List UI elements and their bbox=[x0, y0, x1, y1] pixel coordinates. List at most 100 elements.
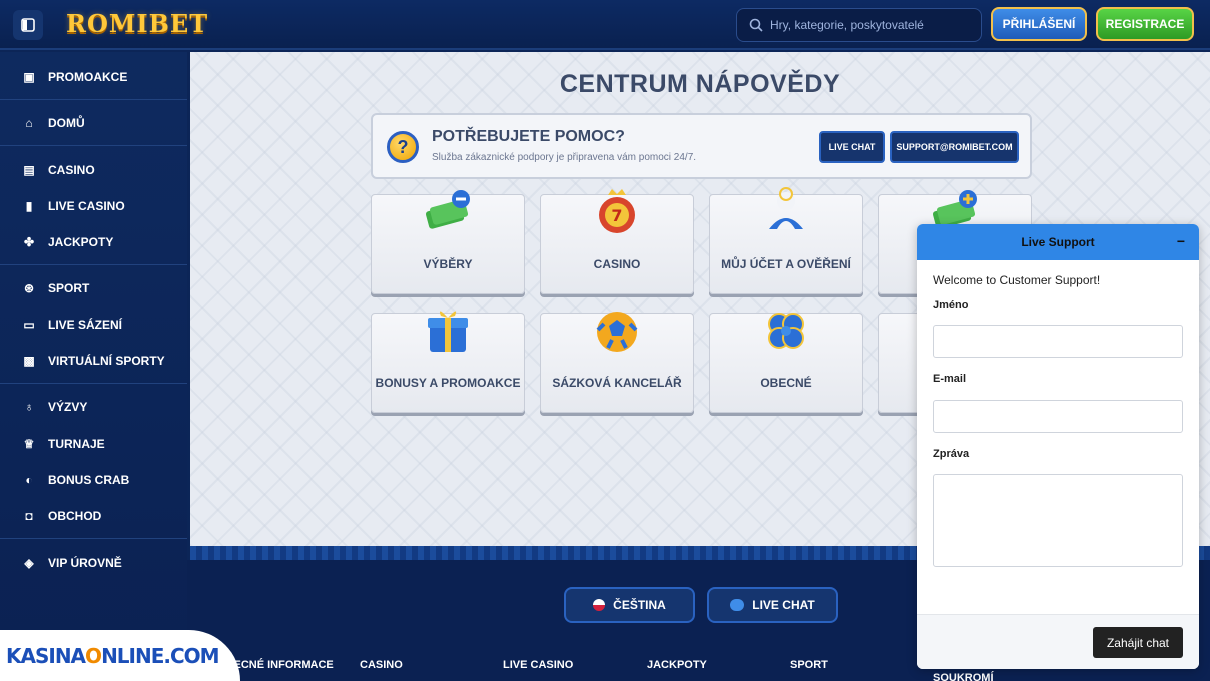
name-label: Jméno bbox=[933, 299, 969, 311]
sidebar-divider bbox=[0, 264, 187, 265]
sidebar-item-jackpoty[interactable]: ✤ JACKPOTY bbox=[0, 227, 187, 257]
sidebar-item-live-casino[interactable]: ▮ LIVE CASINO bbox=[0, 191, 187, 221]
clover-badge-icon bbox=[768, 313, 804, 349]
help-title: POTŘEBUJETE POMOC? bbox=[432, 128, 625, 145]
language-label: ČEŠTINA bbox=[613, 598, 666, 612]
sidebar-item-domu[interactable]: ⌂ DOMŮ bbox=[0, 108, 187, 138]
support-email-button[interactable]: SUPPORT@ROMIBET.COM bbox=[890, 131, 1019, 163]
live-chat-button[interactable]: LIVE CHAT bbox=[819, 131, 885, 163]
shop-icon: ◘ bbox=[25, 509, 33, 523]
help-card-vybery[interactable]: VÝBĚRY bbox=[371, 190, 525, 294]
sidebar-item-vyzvy[interactable]: ♁ VÝZVY bbox=[0, 392, 187, 422]
sidebar-item-promoakce[interactable]: ▣ PROMOAKCE bbox=[0, 62, 187, 92]
card-label: MŮJ ÚČET A OVĚŘENÍ bbox=[721, 257, 851, 271]
sidebar-item-label: VÝZVY bbox=[48, 400, 88, 414]
login-button[interactable]: PŘIHLÁŠENÍ bbox=[991, 7, 1087, 41]
sidebar-divider bbox=[0, 383, 187, 384]
start-chat-button[interactable]: Zahájit chat bbox=[1093, 627, 1183, 658]
ball-icon: ⊛ bbox=[23, 281, 35, 295]
watermark-text-a: KASINA bbox=[6, 644, 86, 668]
search-box[interactable] bbox=[736, 8, 982, 42]
sidebar-item-label: PROMOAKCE bbox=[48, 70, 128, 84]
language-button[interactable]: ČEŠTINA bbox=[564, 587, 695, 623]
account-icon bbox=[769, 187, 803, 229]
live-support-widget: Live Support − Welcome to Customer Suppo… bbox=[917, 224, 1199, 669]
trophy-icon: ♕ bbox=[23, 437, 35, 451]
chat-welcome-text: Welcome to Customer Support! bbox=[933, 273, 1101, 287]
sidebar-item-turnaje[interactable]: ♕ TURNAJE bbox=[0, 429, 187, 459]
help-card-casino[interactable]: 7 CASINO bbox=[540, 189, 694, 294]
sidebar-toggle-button[interactable] bbox=[13, 10, 43, 40]
sidebar-item-label: SPORT bbox=[48, 281, 90, 295]
footer-column-privacy[interactable]: SOUKROMÍ bbox=[933, 672, 994, 681]
sidebar-toggle-icon bbox=[21, 18, 35, 32]
sidebar-item-label: BONUS CRAB bbox=[48, 473, 130, 487]
card-label: BONUSY A PROMOAKCE bbox=[375, 376, 521, 390]
sidebar-item-bonus-crab[interactable]: ◐ BONUS CRAB bbox=[0, 465, 187, 495]
chat-header: Live Support − bbox=[917, 224, 1199, 260]
sidebar-item-label: CASINO bbox=[48, 163, 95, 177]
search-icon bbox=[749, 18, 763, 32]
sidebar-divider bbox=[0, 538, 187, 539]
sidebar-divider bbox=[0, 99, 187, 100]
help-banner: ? POTŘEBUJETE POMOC? Služba zákaznické p… bbox=[371, 113, 1032, 179]
live-chat-label: LIVE CHAT bbox=[752, 598, 815, 612]
footer-live-chat-button[interactable]: LIVE CHAT bbox=[707, 587, 838, 623]
diamond-icon: ◈ bbox=[24, 556, 34, 570]
slot-machine-icon: ▤ bbox=[23, 163, 35, 177]
clover-icon: ✤ bbox=[23, 235, 35, 249]
footer-column-jackpots[interactable]: JACKPOTY bbox=[647, 659, 707, 671]
watermark-text: KASINAONLINE.COM bbox=[6, 644, 220, 668]
slot-icon: 7 bbox=[599, 189, 635, 233]
sidebar-item-casino[interactable]: ▤ CASINO bbox=[0, 155, 187, 185]
svg-text:7: 7 bbox=[611, 206, 622, 225]
sidebar-item-virtualni-sporty[interactable]: ▩ VIRTUÁLNÍ SPORTY bbox=[0, 346, 187, 376]
question-icon: ? bbox=[387, 131, 419, 163]
sidebar-item-vip-urovne[interactable]: ◈ VIP ÚROVNĚ bbox=[0, 548, 187, 578]
sidebar-item-label: DOMŮ bbox=[48, 116, 85, 130]
chat-footer: Zahájit chat bbox=[917, 614, 1199, 669]
cards-icon: ▮ bbox=[25, 199, 33, 213]
footer-column-casino[interactable]: CASINO bbox=[360, 659, 403, 671]
romibet-logo[interactable]: ROMIBET bbox=[66, 9, 208, 38]
gift-box-icon bbox=[428, 311, 468, 352]
sidebar-item-sport[interactable]: ⊛ SPORT bbox=[0, 273, 187, 303]
logo-text: ROMIBET bbox=[66, 9, 209, 38]
sidebar-item-label: VIRTUÁLNÍ SPORTY bbox=[48, 354, 165, 368]
home-icon: ⌂ bbox=[25, 116, 33, 130]
watermark-text-o: O bbox=[85, 644, 102, 668]
card-label: OBECNÉ bbox=[760, 376, 812, 390]
help-card-account[interactable]: MŮJ ÚČET A OVĚŘENÍ bbox=[709, 187, 863, 294]
soccer-ball-icon bbox=[596, 312, 638, 352]
sidebar-item-label: LIVE SÁZENÍ bbox=[48, 318, 123, 332]
footer-column-sport[interactable]: SPORT bbox=[790, 659, 828, 671]
sidebar-item-label: OBCHOD bbox=[48, 509, 102, 523]
top-header: ROMIBET PŘIHLÁŠENÍ REGISTRACE bbox=[0, 0, 1210, 50]
name-field[interactable] bbox=[933, 325, 1183, 358]
sidebar-item-label: TURNAJE bbox=[48, 437, 105, 451]
sidebar-item-obchod[interactable]: ◘ OBCHOD bbox=[0, 501, 187, 531]
card-label: SÁZKOVÁ KANCELÁŘ bbox=[552, 376, 682, 390]
sidebar-item-live-sazeni[interactable]: ▭ LIVE SÁZENÍ bbox=[0, 310, 187, 340]
help-card-bonusy[interactable]: BONUSY A PROMOAKCE bbox=[371, 311, 525, 413]
message-field[interactable] bbox=[933, 474, 1183, 567]
register-button[interactable]: REGISTRACE bbox=[1096, 7, 1194, 41]
live-icon: ▭ bbox=[23, 318, 35, 332]
minimize-button[interactable]: − bbox=[1177, 233, 1185, 249]
help-card-obecne[interactable]: OBECNÉ bbox=[709, 313, 863, 413]
help-subtitle: Služba zákaznické podpory je připravena … bbox=[432, 152, 697, 163]
email-label: E-mail bbox=[933, 373, 967, 385]
card-label: CASINO bbox=[593, 257, 641, 271]
sidebar-item-label: VIP ÚROVNĚ bbox=[48, 556, 122, 570]
sidebar-item-label: LIVE CASINO bbox=[48, 199, 125, 213]
crab-icon: ◐ bbox=[25, 473, 33, 487]
virtual-icon: ▩ bbox=[23, 354, 35, 368]
chat-title: Live Support bbox=[1021, 235, 1095, 249]
search-input[interactable] bbox=[770, 18, 970, 32]
footer-column-live-casino[interactable]: LIVE CASINO bbox=[503, 659, 573, 671]
watermark-text-b: NLINE.COM bbox=[101, 644, 220, 668]
czech-flag-icon bbox=[593, 599, 606, 611]
email-field[interactable] bbox=[933, 400, 1183, 433]
help-card-sazkova-kancelar[interactable]: SÁZKOVÁ KANCELÁŘ bbox=[540, 312, 694, 413]
gift-icon: ▣ bbox=[23, 70, 35, 84]
